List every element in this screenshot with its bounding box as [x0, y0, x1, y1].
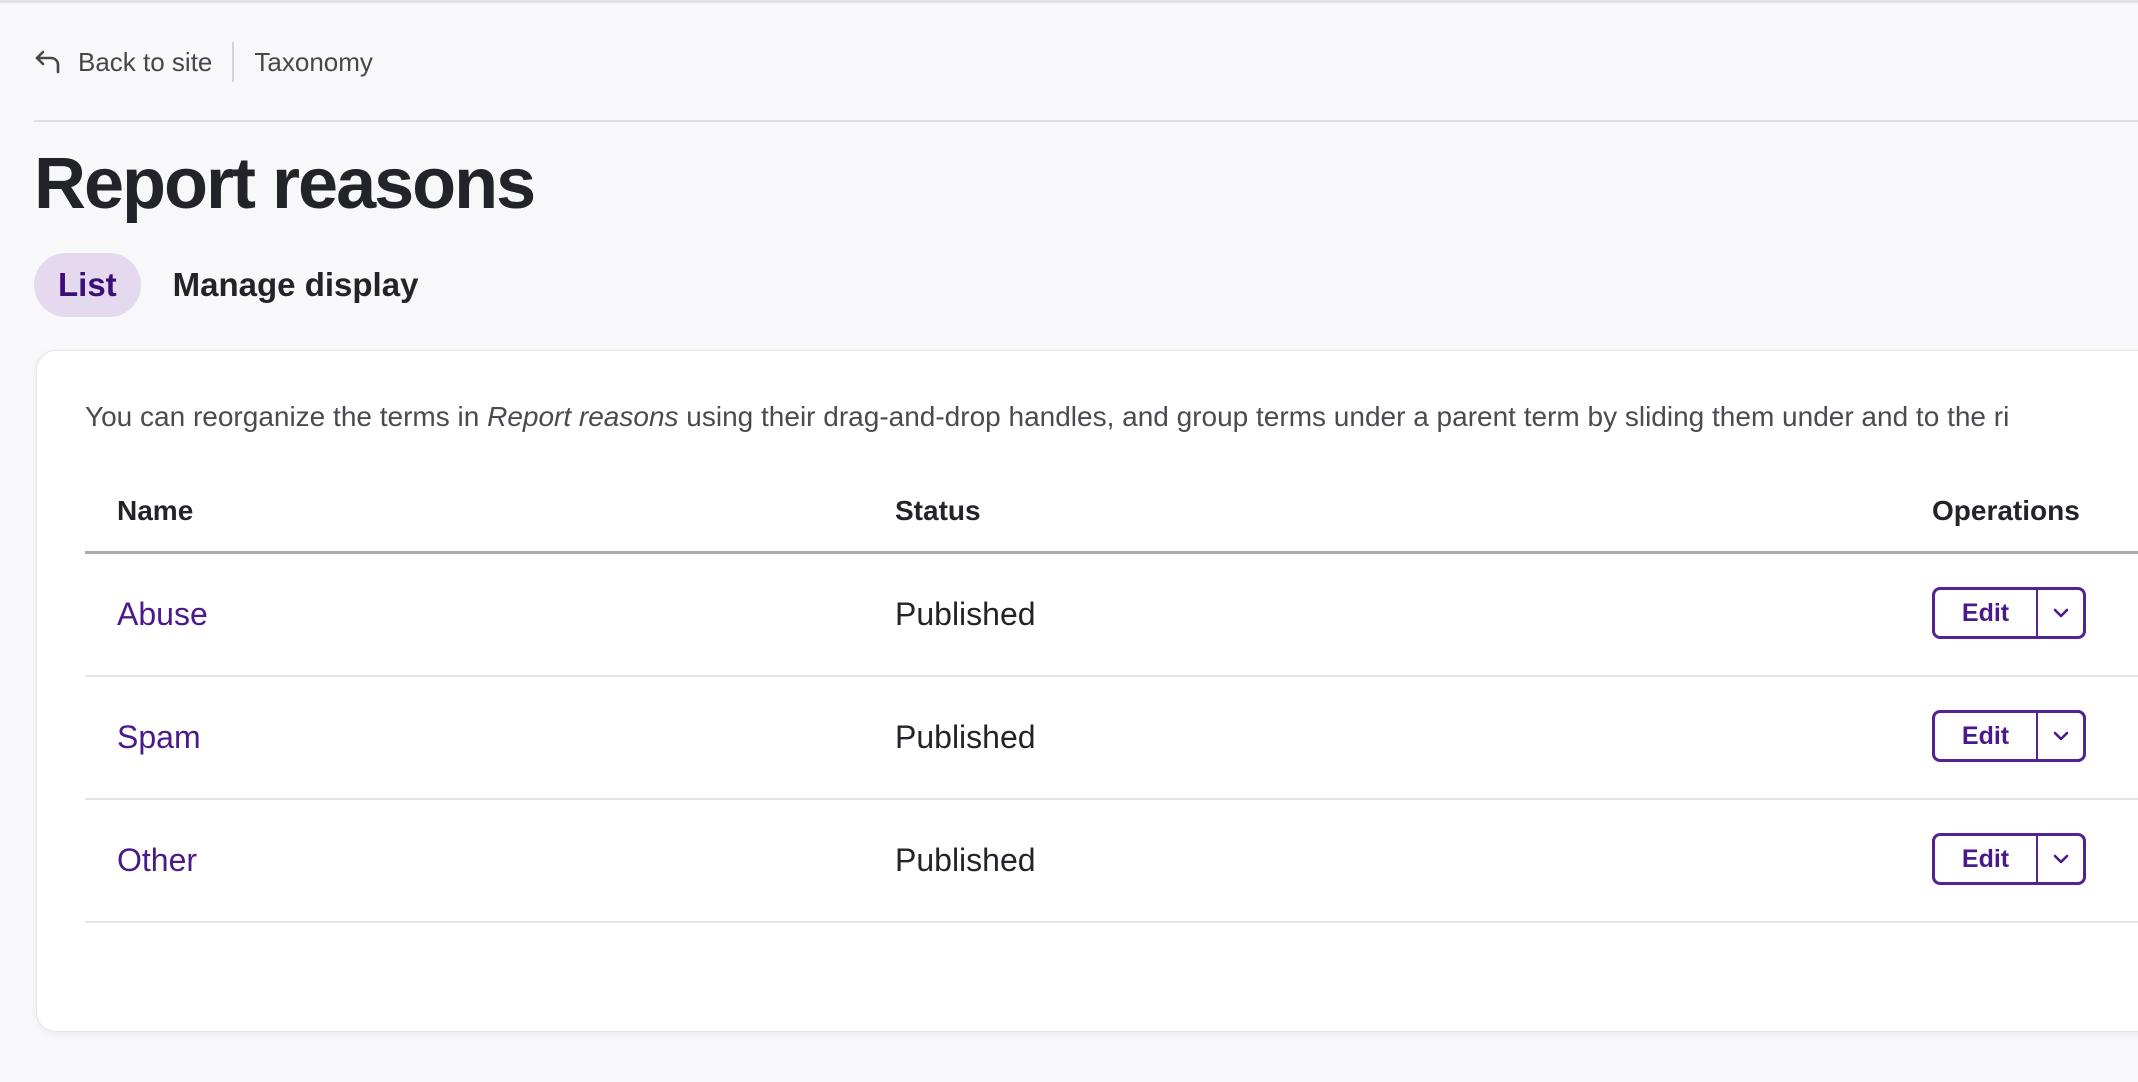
header-status: Status — [895, 495, 981, 526]
chevron-down-icon — [2052, 853, 2070, 865]
terms-table: Name Status Operations Abuse Published E… — [85, 471, 2138, 923]
back-to-site-link[interactable]: Back to site — [34, 47, 212, 78]
local-tasks-tabs: List Manage display — [34, 253, 442, 317]
term-status: Published — [895, 842, 1036, 878]
operations-toggle-button[interactable] — [2038, 713, 2083, 759]
term-status: Published — [895, 719, 1036, 755]
operations-toggle-button[interactable] — [2038, 836, 2083, 882]
operations-dropbutton: Edit — [1932, 587, 2086, 639]
term-status: Published — [895, 596, 1036, 632]
table-row: Spam Published Edit — [85, 677, 2138, 800]
help-suffix: using their drag-and-drop handles, and g… — [678, 401, 2010, 432]
table-row: Other Published Edit — [85, 800, 2138, 923]
help-vocabulary: Report reasons — [487, 401, 679, 432]
operations-toggle-button[interactable] — [2038, 590, 2083, 636]
breadcrumb-section: Taxonomy — [254, 46, 373, 77]
tab-list[interactable]: List — [34, 253, 141, 317]
operations-dropbutton: Edit — [1932, 833, 2086, 885]
term-name-link[interactable]: Other — [117, 842, 197, 879]
header-operations: Operations — [1932, 495, 2080, 526]
table-header: Name Status Operations — [85, 471, 2138, 554]
back-label: Back to site — [78, 46, 213, 77]
chevron-down-icon — [2052, 730, 2070, 742]
arrow-back-icon — [34, 48, 62, 76]
table-row: Abuse Published Edit — [85, 554, 2138, 677]
header-name: Name — [117, 495, 194, 526]
top-border — [0, 0, 2138, 3]
header-divider — [34, 120, 2138, 122]
page-title: Report reasons — [34, 144, 536, 224]
edit-button[interactable]: Edit — [1935, 713, 2038, 759]
help-prefix: You can reorganize the terms in — [85, 401, 488, 432]
breadcrumb-separator — [232, 42, 235, 82]
edit-button[interactable]: Edit — [1935, 836, 2038, 882]
edit-button[interactable]: Edit — [1935, 590, 2038, 636]
operations-dropbutton: Edit — [1932, 710, 2086, 762]
help-text: You can reorganize the terms in Report r… — [85, 401, 2009, 433]
content-card: You can reorganize the terms in Report r… — [36, 350, 2138, 1032]
term-name-link[interactable]: Spam — [117, 719, 201, 756]
chevron-down-icon — [2052, 607, 2070, 619]
tab-manage-display[interactable]: Manage display — [165, 253, 443, 317]
breadcrumb: Back to site Taxonomy — [34, 40, 373, 84]
term-name-link[interactable]: Abuse — [117, 596, 208, 633]
